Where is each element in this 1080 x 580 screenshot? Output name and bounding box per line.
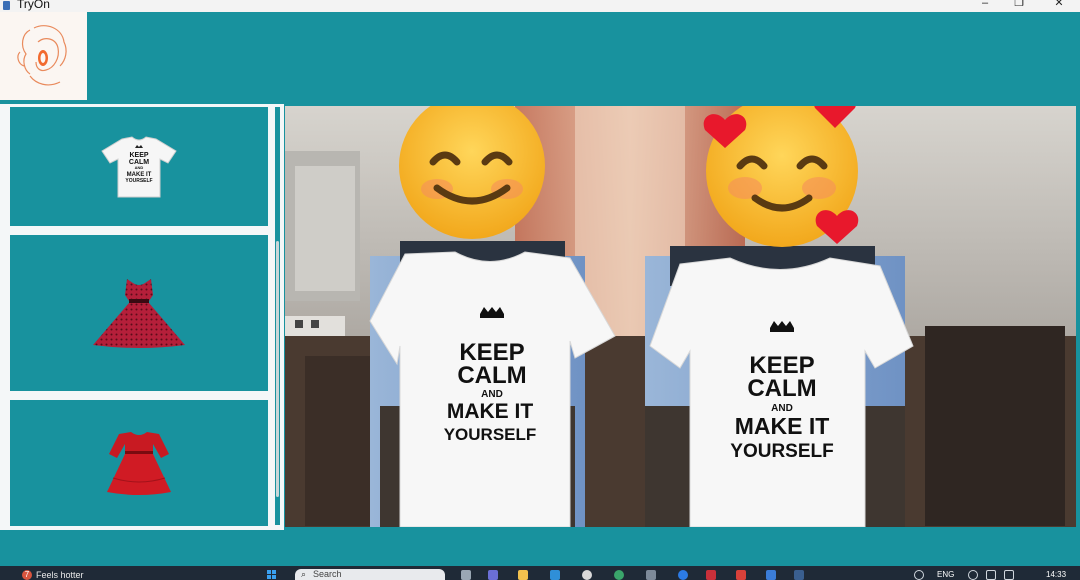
clothing-list: KEEP CALM AND MAKE IT YOURSELF (0, 104, 284, 530)
clothing-item-red-polka-dot-dress[interactable] (10, 235, 268, 391)
shirt2-line-5: YOURSELF (730, 441, 833, 462)
task-view-icon[interactable] (461, 570, 471, 580)
weather-label[interactable]: Feels hotter (36, 570, 84, 580)
app-icon-9[interactable] (706, 570, 716, 580)
lace-dress-thumbnail (107, 432, 171, 495)
shirt1-line-3: AND (481, 389, 503, 400)
thumb-line-5: YOURSELF (125, 178, 152, 184)
file-explorer-icon[interactable] (518, 570, 528, 580)
close-button[interactable]: ✕ (1044, 0, 1074, 10)
network-icon[interactable] (914, 570, 924, 580)
teams-icon[interactable] (488, 570, 498, 580)
shirt1-line-2: CALM (457, 362, 526, 389)
shirt2-line-2: CALM (747, 375, 816, 402)
scrollbar-thumb[interactable] (276, 241, 279, 497)
camera-feed: KEEP CALM AND MAKE IT YOURSELF KEEP CALM… (285, 106, 1076, 527)
window-title: TryOn (17, 0, 50, 11)
app-icon-5[interactable] (582, 570, 592, 580)
search-icon: ⌕ (301, 569, 307, 579)
chrome-icon[interactable] (614, 570, 624, 580)
thumb-line-3: AND (135, 165, 144, 170)
taskbar: 7 Feels hotter ⌕ Search ENG 14:33 (0, 566, 1080, 580)
clothing-item-red-lace-dress[interactable] (10, 400, 268, 526)
maximize-button[interactable]: ❐ (1004, 0, 1034, 10)
language-indicator[interactable]: ENG (937, 570, 954, 579)
tshirt-thumbnail: KEEP CALM AND MAKE IT YOURSELF (101, 135, 177, 197)
clothing-item-keep-calm-tshirt[interactable]: KEEP CALM AND MAKE IT YOURSELF (10, 107, 268, 226)
tryon-taskbar-icon[interactable] (794, 570, 804, 580)
polka-dress-thumbnail (93, 279, 185, 348)
start-icon[interactable] (267, 570, 277, 580)
shirt1-line-5: YOURSELF (444, 425, 537, 444)
app-icon (3, 1, 10, 10)
shirt2-line-4: MAKE IT (735, 413, 830, 439)
thumb-line-1: KEEP (129, 152, 148, 159)
app-icon-7[interactable] (646, 570, 656, 580)
wifi-icon[interactable] (968, 570, 978, 580)
mail-icon[interactable] (736, 570, 746, 580)
battery-icon[interactable] (1004, 570, 1014, 580)
search-placeholder: Search (313, 569, 342, 579)
app-icon-11[interactable] (766, 570, 776, 580)
store-icon[interactable] (550, 570, 560, 580)
clock[interactable]: 14:33 (1046, 570, 1066, 579)
title-bar: TryOn – ❐ ✕ (0, 0, 1080, 12)
camera-scene: KEEP CALM AND MAKE IT YOURSELF KEEP CALM… (285, 106, 1076, 527)
weather-icon[interactable]: 7 (22, 570, 32, 580)
minimize-button[interactable]: – (970, 0, 1000, 10)
sidebar-scrollbar[interactable] (275, 107, 280, 525)
app-logo (0, 12, 87, 100)
taskbar-search[interactable]: ⌕ Search (295, 569, 445, 580)
shirt1-line-4: MAKE IT (447, 400, 534, 423)
edge-icon[interactable] (678, 570, 688, 580)
volume-icon[interactable] (986, 570, 996, 580)
